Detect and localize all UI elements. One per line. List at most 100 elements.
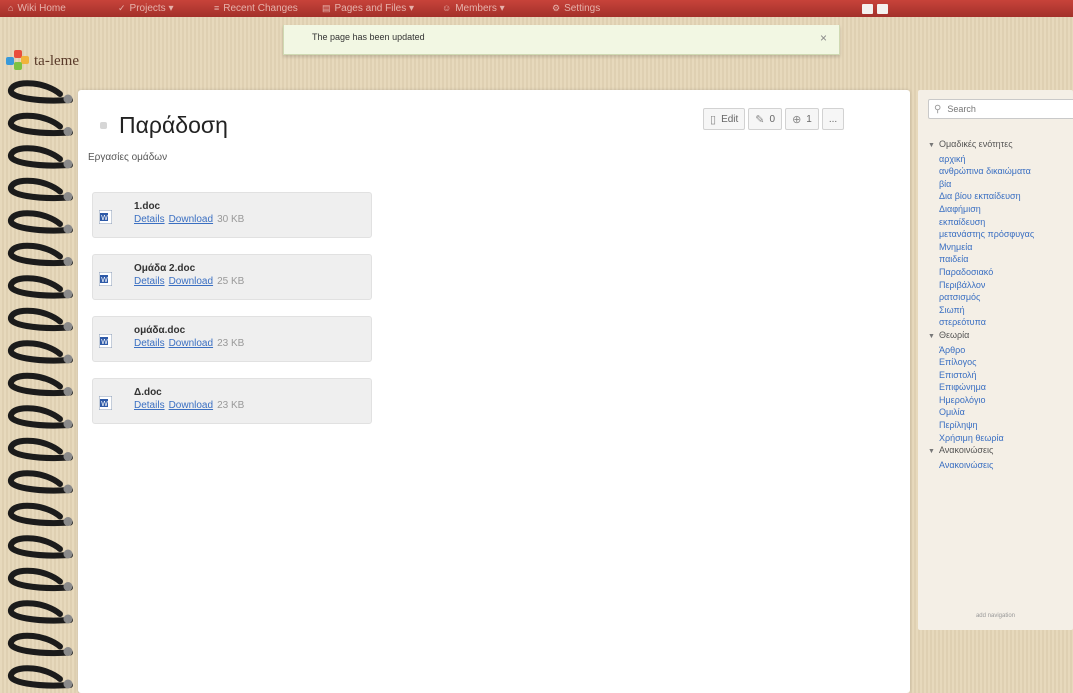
spiral-ring [7,665,73,689]
nav-link[interactable]: μετανάστης πρόσφυγας [928,228,1073,241]
file-name[interactable]: 1.doc [134,201,160,212]
spiral-ring [7,405,73,429]
nav-link[interactable]: Άρθρο [928,344,1073,357]
spiral-hole [63,614,73,624]
check-icon: ✓ [118,3,126,13]
spiral-hole [63,582,73,591]
nav-link[interactable]: Περιβάλλον [928,279,1073,292]
details-link[interactable]: Details [134,214,165,225]
history-button[interactable]: ⊕ 1 [785,108,819,130]
nav-projects[interactable]: ✓ Projects ▾ [118,0,173,17]
spiral-ring [7,340,73,364]
download-link[interactable]: Download [169,400,213,411]
nav-category-label: Ομαδικές ενότητες [938,139,1013,149]
nav-link[interactable]: ανθρώπινα δικαιώματα [928,165,1073,178]
nav-link[interactable]: εκπαίδευση [928,216,1073,229]
spiral-ring [7,600,73,624]
page-subtitle: Εργασίες ομάδων [88,152,168,163]
spiral-hole [63,452,73,461]
spiral-ring [7,470,73,494]
file-size: 30 KB [217,214,245,225]
nav-pages-and-files[interactable]: ▤ Pages and Files ▾ [322,0,414,17]
collapse-arrow-icon[interactable]: ▼ [928,333,935,340]
nav-link[interactable]: Περίληψη [928,419,1073,432]
nav-link[interactable]: Ομιλία [928,406,1073,419]
details-link[interactable]: Details [134,400,165,411]
comments-button[interactable]: ✎ 0 [748,108,783,130]
spiral-hole [63,289,73,299]
spiral-hole [63,517,73,526]
nav-link[interactable]: στερεότυπα [928,316,1073,329]
nav-category[interactable]: ▼ Ανακοινώσεις [928,444,1073,459]
nav-category-label: Ανακοινώσεις [938,445,994,456]
wiki-logo[interactable]: ta-leme [6,50,79,72]
pages-icon: ▤ [322,3,331,13]
details-link[interactable]: Details [134,276,165,287]
collapse-arrow-icon[interactable]: ▼ [928,142,935,149]
file-name[interactable]: Δ.doc [134,387,162,398]
spiral-ring [7,275,73,299]
nav-link[interactable]: Παραδοσιακό [928,266,1073,279]
spiral-ring [7,535,73,559]
nav-link[interactable]: Επίλογος [928,356,1073,369]
nav-category[interactable]: ▼ Θεωρία [928,329,1073,344]
file-name[interactable]: Ομάδα 2.doc [134,263,195,274]
download-link[interactable]: Download [169,214,213,225]
spiral-hole [63,127,73,136]
more-button[interactable]: ... [821,108,845,130]
spiral-ring [7,372,73,396]
mail-icon[interactable] [862,4,873,14]
spiral-binding-decoration [7,80,73,689]
spiral-ring [7,632,73,656]
logo-icon [6,50,32,72]
download-link[interactable]: Download [169,338,213,349]
list-icon: ≡ [214,3,220,13]
nav-link[interactable]: αρχική [928,153,1073,166]
nav-link[interactable]: Σιωπή [928,304,1073,317]
nav-link[interactable]: Χρήσιμη θεωρία [928,432,1073,445]
spiral-hole [63,419,73,429]
nav-link[interactable]: Δια βίου εκπαίδευση [928,190,1073,203]
edit-button[interactable]: ▯ Edit [703,108,746,130]
close-icon[interactable]: × [820,31,827,45]
spiral-ring [7,502,73,526]
nav-link[interactable]: ρατσισμός [928,291,1073,304]
word-document-icon: W [99,334,112,348]
page-icon [100,122,107,129]
word-document-icon: W [99,272,112,286]
nav-link[interactable]: Επιστολή [928,369,1073,382]
nav-recent-changes[interactable]: ≡ Recent Changes [214,0,298,17]
nav-link[interactable]: βία [928,178,1073,191]
page-content: Παράδοση Εργασίες ομάδων ▯ Edit ✎ 0 ⊕ 1 ...… [78,90,910,693]
logo-text: ta-leme [34,52,79,69]
nav-category[interactable]: ▼ Ομαδικές ενότητες [928,138,1073,153]
nav-link[interactable]: Διαφήμιση [928,203,1073,216]
gear-icon: ⚙ [552,3,561,13]
navigation-tree: ▼ Ομαδικές ενότητες αρχική ανθρώπινα δικαιώ… [928,138,1073,471]
search-box[interactable]: ⚲ [928,99,1073,119]
search-input[interactable] [945,103,1060,115]
spiral-hole [63,257,73,266]
nav-link[interactable]: Επιφώνημα [928,381,1073,394]
nav-link[interactable]: παιδεία [928,253,1073,266]
user-icon[interactable] [877,4,888,14]
spiral-hole [63,549,73,559]
spiral-hole [63,322,73,331]
spiral-hole [63,679,73,689]
nav-link[interactable]: Ανακοινώσεις [928,459,1073,472]
spiral-hole [63,484,73,494]
nav-members[interactable]: ☺ Members ▾ [442,0,505,17]
add-navigation-link[interactable]: add navigation [918,613,1073,619]
spiral-ring [7,567,73,591]
details-link[interactable]: Details [134,338,165,349]
nav-wiki-home[interactable]: ⌂ Wiki Home [8,0,66,17]
nav-link[interactable]: Μνημεία [928,241,1073,254]
file-item: W Δ.doc Details Download 23 KB [92,378,372,424]
spiral-ring [7,80,73,104]
file-item: W Ομάδα 2.doc Details Download 25 KB [92,254,372,300]
download-link[interactable]: Download [169,276,213,287]
nav-settings[interactable]: ⚙ Settings [552,0,600,17]
collapse-arrow-icon[interactable]: ▼ [928,448,935,455]
nav-link[interactable]: Ημερολόγιο [928,394,1073,407]
file-name[interactable]: ομάδα.doc [134,325,185,336]
